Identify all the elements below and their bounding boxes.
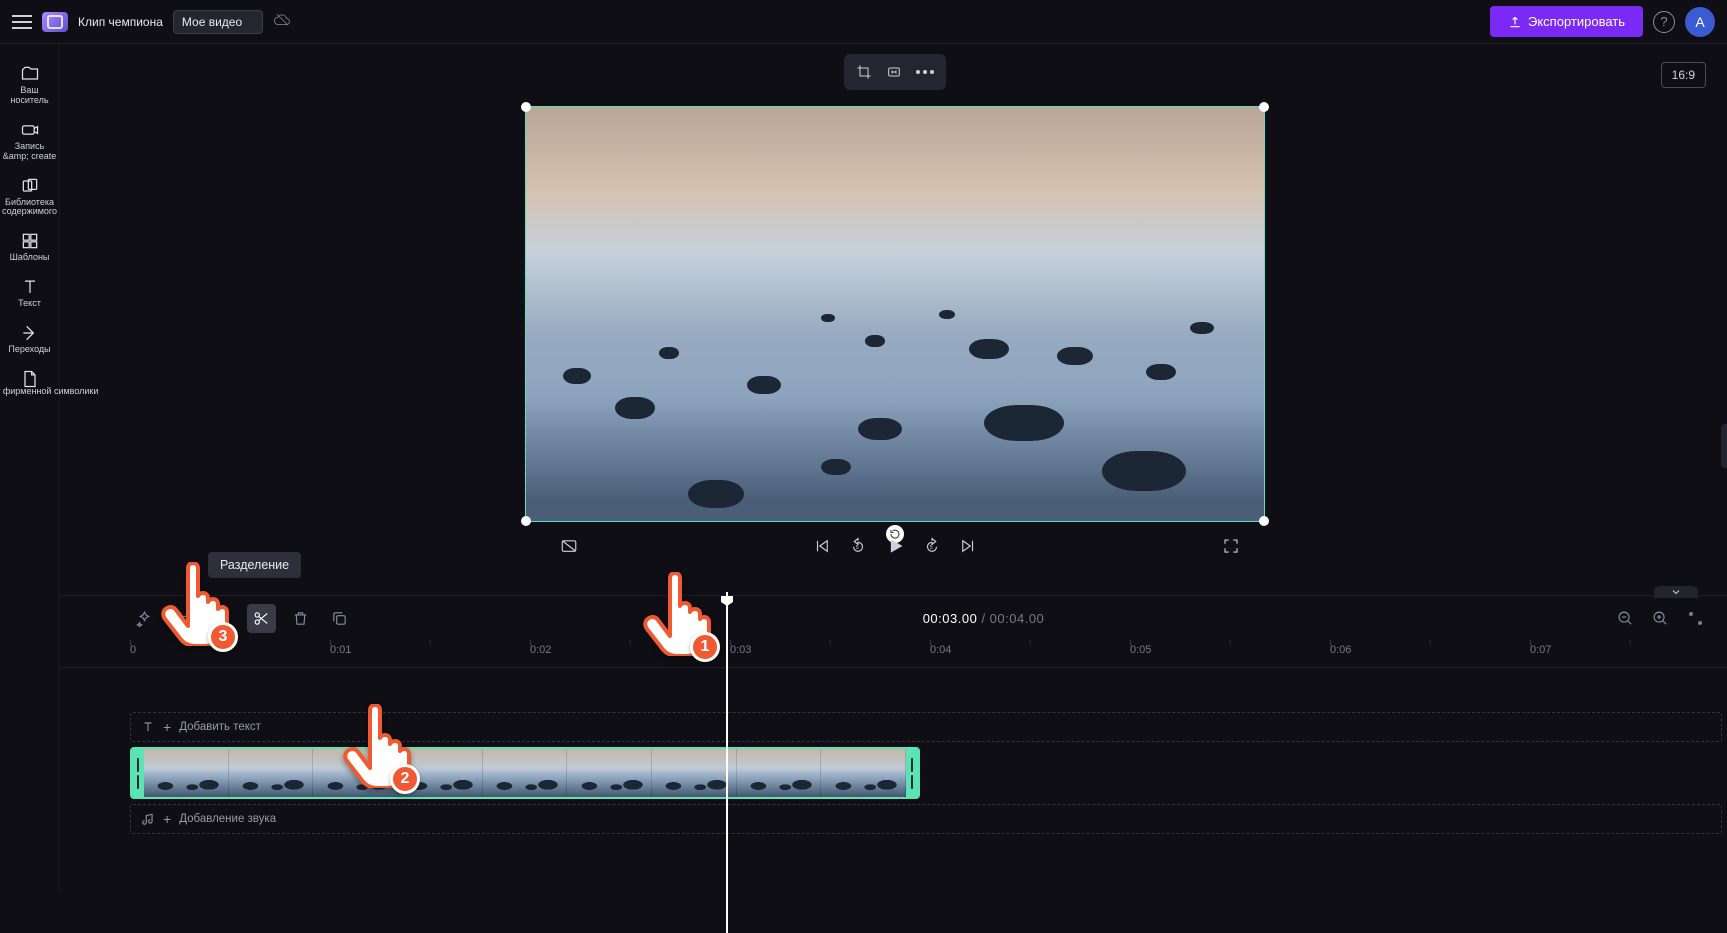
no-image-icon[interactable] xyxy=(560,537,578,555)
ruler-tick: 0 xyxy=(130,640,330,667)
svg-text:5: 5 xyxy=(856,545,859,551)
zoom-out-button[interactable] xyxy=(1613,606,1638,631)
fit-button[interactable] xyxy=(882,60,906,84)
timeline-collapse-icon[interactable] xyxy=(1654,586,1698,598)
right-collapse-icon[interactable] xyxy=(1721,424,1727,468)
redo-button[interactable] xyxy=(208,604,237,633)
resize-handle-icon[interactable] xyxy=(1259,102,1269,112)
left-rail: Ваш носитель Запись &amp; create Библиот… xyxy=(0,44,60,893)
svg-text:5: 5 xyxy=(930,545,933,551)
brand-title: Клип чемпиона xyxy=(78,15,163,29)
split-button[interactable] xyxy=(247,604,276,633)
resize-handle-icon[interactable] xyxy=(521,102,531,112)
cloud-sync-icon[interactable] xyxy=(273,11,291,32)
timecode: 00:03.00 / 00:04.00 xyxy=(923,611,1045,626)
ruler-tick: 0:05 xyxy=(1130,640,1330,667)
delete-button[interactable] xyxy=(286,604,315,633)
sidebar-item-templates[interactable]: Шаблоны xyxy=(0,225,59,269)
menu-button[interactable] xyxy=(12,15,32,29)
split-tooltip: Разделение xyxy=(208,552,301,578)
timeline: Разделение 00:03.00 / 00:04.00 xyxy=(60,595,1727,893)
audio-track-hint[interactable]: + Добавление звука xyxy=(130,804,1722,834)
more-button[interactable] xyxy=(912,66,938,78)
project-title-input[interactable] xyxy=(173,10,263,34)
help-icon[interactable]: ? xyxy=(1653,11,1675,33)
preview-toolbar xyxy=(844,54,946,90)
video-canvas[interactable] xyxy=(525,106,1265,522)
ruler-tick: 0:03 xyxy=(730,640,930,667)
skip-start-button[interactable] xyxy=(813,537,831,555)
sidebar-item-your-media[interactable]: Ваш носитель xyxy=(0,58,59,112)
preview-area: 16:9 xyxy=(60,44,1727,595)
aspect-ratio-badge[interactable]: 16:9 xyxy=(1661,62,1706,88)
sidebar-item-content-library[interactable]: Библиотека содержимого xyxy=(0,170,59,224)
copy-button[interactable] xyxy=(325,604,354,633)
export-button[interactable]: Экспортировать xyxy=(1490,6,1643,37)
user-avatar[interactable]: A xyxy=(1685,7,1715,37)
magic-button[interactable] xyxy=(130,604,159,633)
text-track-hint[interactable]: + Добавить текст xyxy=(130,712,1722,742)
fit-timeline-button[interactable] xyxy=(1683,606,1708,631)
clip-trim-left[interactable] xyxy=(132,749,144,797)
fullscreen-button[interactable] xyxy=(1222,537,1240,555)
app-header: Клип чемпиона Экспортировать ? A xyxy=(0,0,1727,44)
ruler-tick: 0:02 xyxy=(530,640,730,667)
video-track xyxy=(130,747,920,799)
play-button[interactable] xyxy=(885,536,905,556)
clip-trim-right[interactable] xyxy=(906,749,918,797)
ruler-tick: 0:01 xyxy=(330,640,530,667)
ruler-tick: 0:06 xyxy=(1330,640,1530,667)
sidebar-item-brand-kit[interactable]: Комплект фирменной символики xyxy=(0,363,59,395)
sidebar-item-transitions[interactable]: Переходы xyxy=(0,317,59,361)
forward-button[interactable]: 5 xyxy=(923,537,941,555)
timeline-ruler[interactable]: 00:010:020:030:040:050:060:07 xyxy=(60,640,1727,668)
app-logo-icon xyxy=(42,12,68,32)
zoom-in-button[interactable] xyxy=(1648,606,1673,631)
timeline-tracks: + Добавить текст + xyxy=(60,668,1727,893)
crop-button[interactable] xyxy=(852,60,876,84)
rewind-button[interactable]: 5 xyxy=(849,537,867,555)
undo-button[interactable] xyxy=(169,604,198,633)
video-clip[interactable] xyxy=(130,747,920,799)
sidebar-item-record-create[interactable]: Запись &amp; create xyxy=(0,114,59,168)
playback-controls: 5 5 xyxy=(60,522,1727,566)
skip-end-button[interactable] xyxy=(959,537,977,555)
ruler-tick: 0:04 xyxy=(930,640,1130,667)
ruler-tick: 0:07 xyxy=(1530,640,1727,667)
sidebar-item-text[interactable]: Текст xyxy=(0,271,59,315)
